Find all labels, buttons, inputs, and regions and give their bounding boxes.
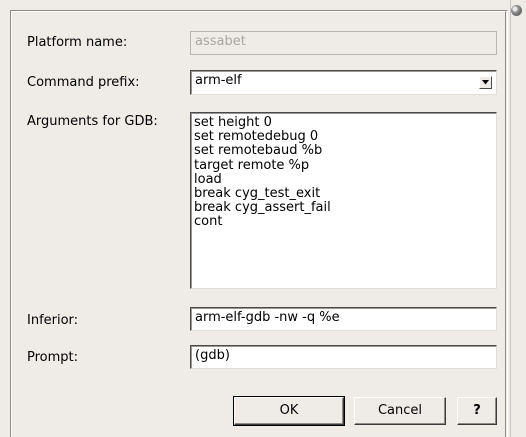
command-prefix-label: Command prefix: bbox=[27, 75, 140, 90]
platform-name-label: Platform name: bbox=[27, 35, 128, 50]
prompt-field[interactable]: (gdb) bbox=[190, 345, 497, 369]
help-button[interactable]: ? bbox=[457, 397, 497, 425]
arguments-textarea[interactable]: set height 0 set remotedebug 0 set remot… bbox=[190, 112, 497, 289]
inferior-label: Inferior: bbox=[27, 313, 79, 328]
dock-handle-icon[interactable] bbox=[511, 5, 522, 16]
arguments-label: Arguments for GDB: bbox=[27, 114, 158, 129]
platform-dialog: Platform name: assabet Command prefix: a… bbox=[0, 0, 511, 437]
prompt-label: Prompt: bbox=[27, 350, 79, 365]
command-prefix-value: arm-elf bbox=[195, 73, 242, 88]
ok-button[interactable]: OK bbox=[233, 396, 345, 426]
inferior-field[interactable]: arm-elf-gdb -nw -q %e bbox=[190, 307, 497, 331]
cancel-button[interactable]: Cancel bbox=[354, 397, 446, 425]
command-prefix-combo[interactable]: arm-elf bbox=[190, 70, 497, 95]
command-prefix-dropdown-button[interactable] bbox=[479, 76, 492, 89]
platform-name-field[interactable]: assabet bbox=[190, 31, 497, 55]
chevron-down-icon bbox=[482, 80, 489, 85]
